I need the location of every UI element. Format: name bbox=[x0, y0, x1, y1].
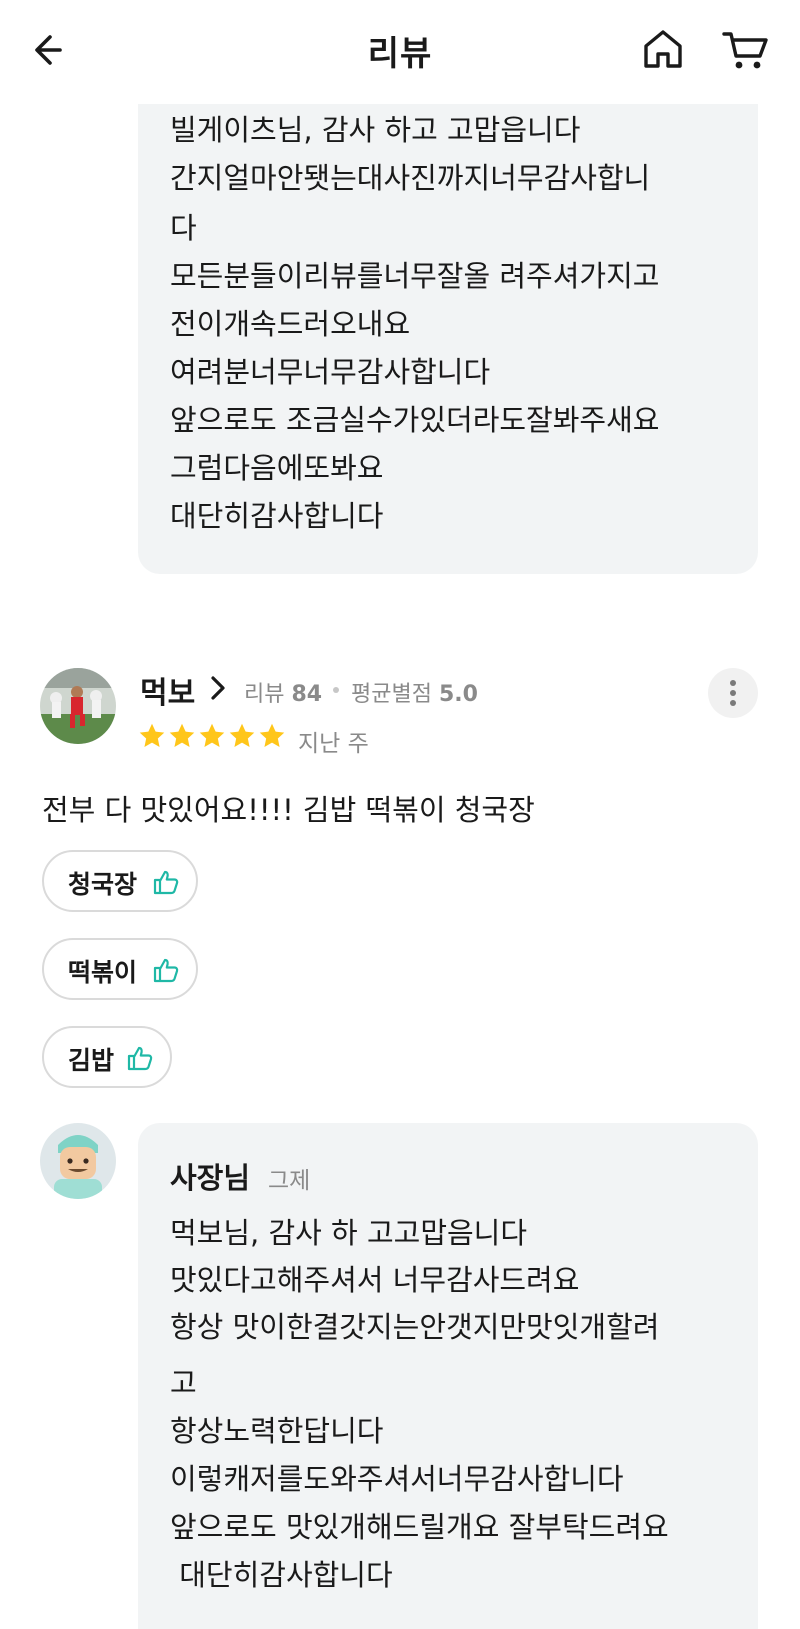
cart-icon bbox=[722, 32, 768, 69]
thumbs-up-icon bbox=[153, 870, 179, 895]
reply-line: 앞으로도 맛있개해드릴개요 잘부탁드려요 bbox=[170, 1510, 669, 1544]
average-rating: 평균별점 5.0 bbox=[351, 676, 478, 708]
menu-tag-label: 떡볶이 bbox=[68, 958, 138, 987]
menu-tag-chip[interactable]: 떡볶이 bbox=[42, 938, 198, 1000]
reply-line: 항상노력한답니다 bbox=[170, 1414, 384, 1448]
owner-reply: 사장님 그제 먹보님, 감사 하 고고맙음니다 맛있다고해주셔서 너무감사드려요… bbox=[138, 1123, 758, 1629]
owner-avatar bbox=[40, 1123, 116, 1199]
reviewer-name[interactable]: 먹보 bbox=[140, 668, 195, 712]
owner-reply-date: 그제 bbox=[268, 1168, 311, 1194]
menu-tag-label: 청국장 bbox=[68, 870, 138, 899]
reply-line: 먹보님, 감사 하 고고맙음니다 bbox=[170, 1216, 528, 1250]
reply-line: 여려분너무너무감사합니다 bbox=[170, 355, 491, 389]
average-rating-label: 평균별점 bbox=[351, 682, 432, 707]
reviewer-photo bbox=[40, 668, 116, 744]
menu-tag-chip[interactable]: 김밥 bbox=[42, 1026, 172, 1088]
reply-line: 빌게이츠님, 감사 하고 고맙읍니다 bbox=[170, 113, 581, 147]
reply-line: 대단히감사합니다 bbox=[170, 1558, 393, 1592]
average-rating-value: 5.0 bbox=[438, 682, 478, 707]
previous-owner-reply: 빌게이츠님, 감사 하고 고맙읍니다 간지얼마안됏는대사진까지너무감사합니 다 … bbox=[138, 104, 758, 574]
star-icon bbox=[229, 723, 255, 747]
reply-line: 다 bbox=[170, 211, 197, 245]
review-text: 전부 다 맛있어요!!!! 김밥 떡볶이 청국장 bbox=[42, 793, 535, 827]
review-count-value: 84 bbox=[291, 682, 323, 707]
thumbs-up-icon bbox=[153, 958, 179, 983]
more-dot bbox=[730, 690, 736, 696]
reviewer-avatar[interactable] bbox=[40, 668, 116, 744]
more-dot bbox=[730, 680, 736, 686]
star-icon bbox=[139, 723, 165, 747]
menu-tag-chip[interactable]: 청국장 bbox=[42, 850, 198, 912]
reply-line: 항상 맛이한결갓지는안갯지만맛잇개할려 bbox=[170, 1310, 660, 1344]
star-icon bbox=[169, 723, 195, 747]
reply-line: 이렇캐저를도와주셔서너무감사합니다 bbox=[170, 1462, 624, 1496]
reply-line: 대단히감사합니다 bbox=[170, 499, 384, 533]
owner-character-image bbox=[40, 1123, 116, 1199]
home-button[interactable] bbox=[640, 26, 686, 72]
chevron-right-icon[interactable] bbox=[208, 674, 228, 702]
star-icon bbox=[259, 723, 285, 747]
reply-line: 앞으로도 조금실수가있더라도잘봐주새요 bbox=[170, 403, 660, 437]
top-app-bar: 리뷰 bbox=[0, 0, 800, 104]
reply-line: 고 bbox=[170, 1366, 197, 1400]
thumbs-up-icon bbox=[127, 1046, 153, 1071]
cart-button[interactable] bbox=[722, 26, 770, 74]
more-options-button[interactable] bbox=[708, 668, 758, 718]
home-icon bbox=[644, 30, 682, 68]
menu-tag-label: 김밥 bbox=[68, 1046, 115, 1075]
review-count-label: 리뷰 bbox=[244, 682, 285, 707]
more-dot bbox=[730, 700, 736, 706]
review-count: 리뷰 84 bbox=[244, 676, 322, 708]
reply-line: 간지얼마안됏는대사진까지너무감사합니 bbox=[170, 161, 651, 195]
review-date: 지난 주 bbox=[298, 731, 369, 757]
reply-line: 맛있다고해주셔서 너무감사드려요 bbox=[170, 1263, 580, 1297]
separator-dot bbox=[333, 687, 339, 693]
reply-line: 모든분들이리뷰를너무잘올 려주셔가지고 bbox=[170, 259, 660, 293]
reply-line: 그럼다음에또봐요 bbox=[170, 451, 384, 485]
owner-name: 사장님 bbox=[170, 1161, 251, 1195]
reply-line: 전이개속드러오내요 bbox=[170, 307, 411, 341]
star-icon bbox=[199, 723, 225, 747]
